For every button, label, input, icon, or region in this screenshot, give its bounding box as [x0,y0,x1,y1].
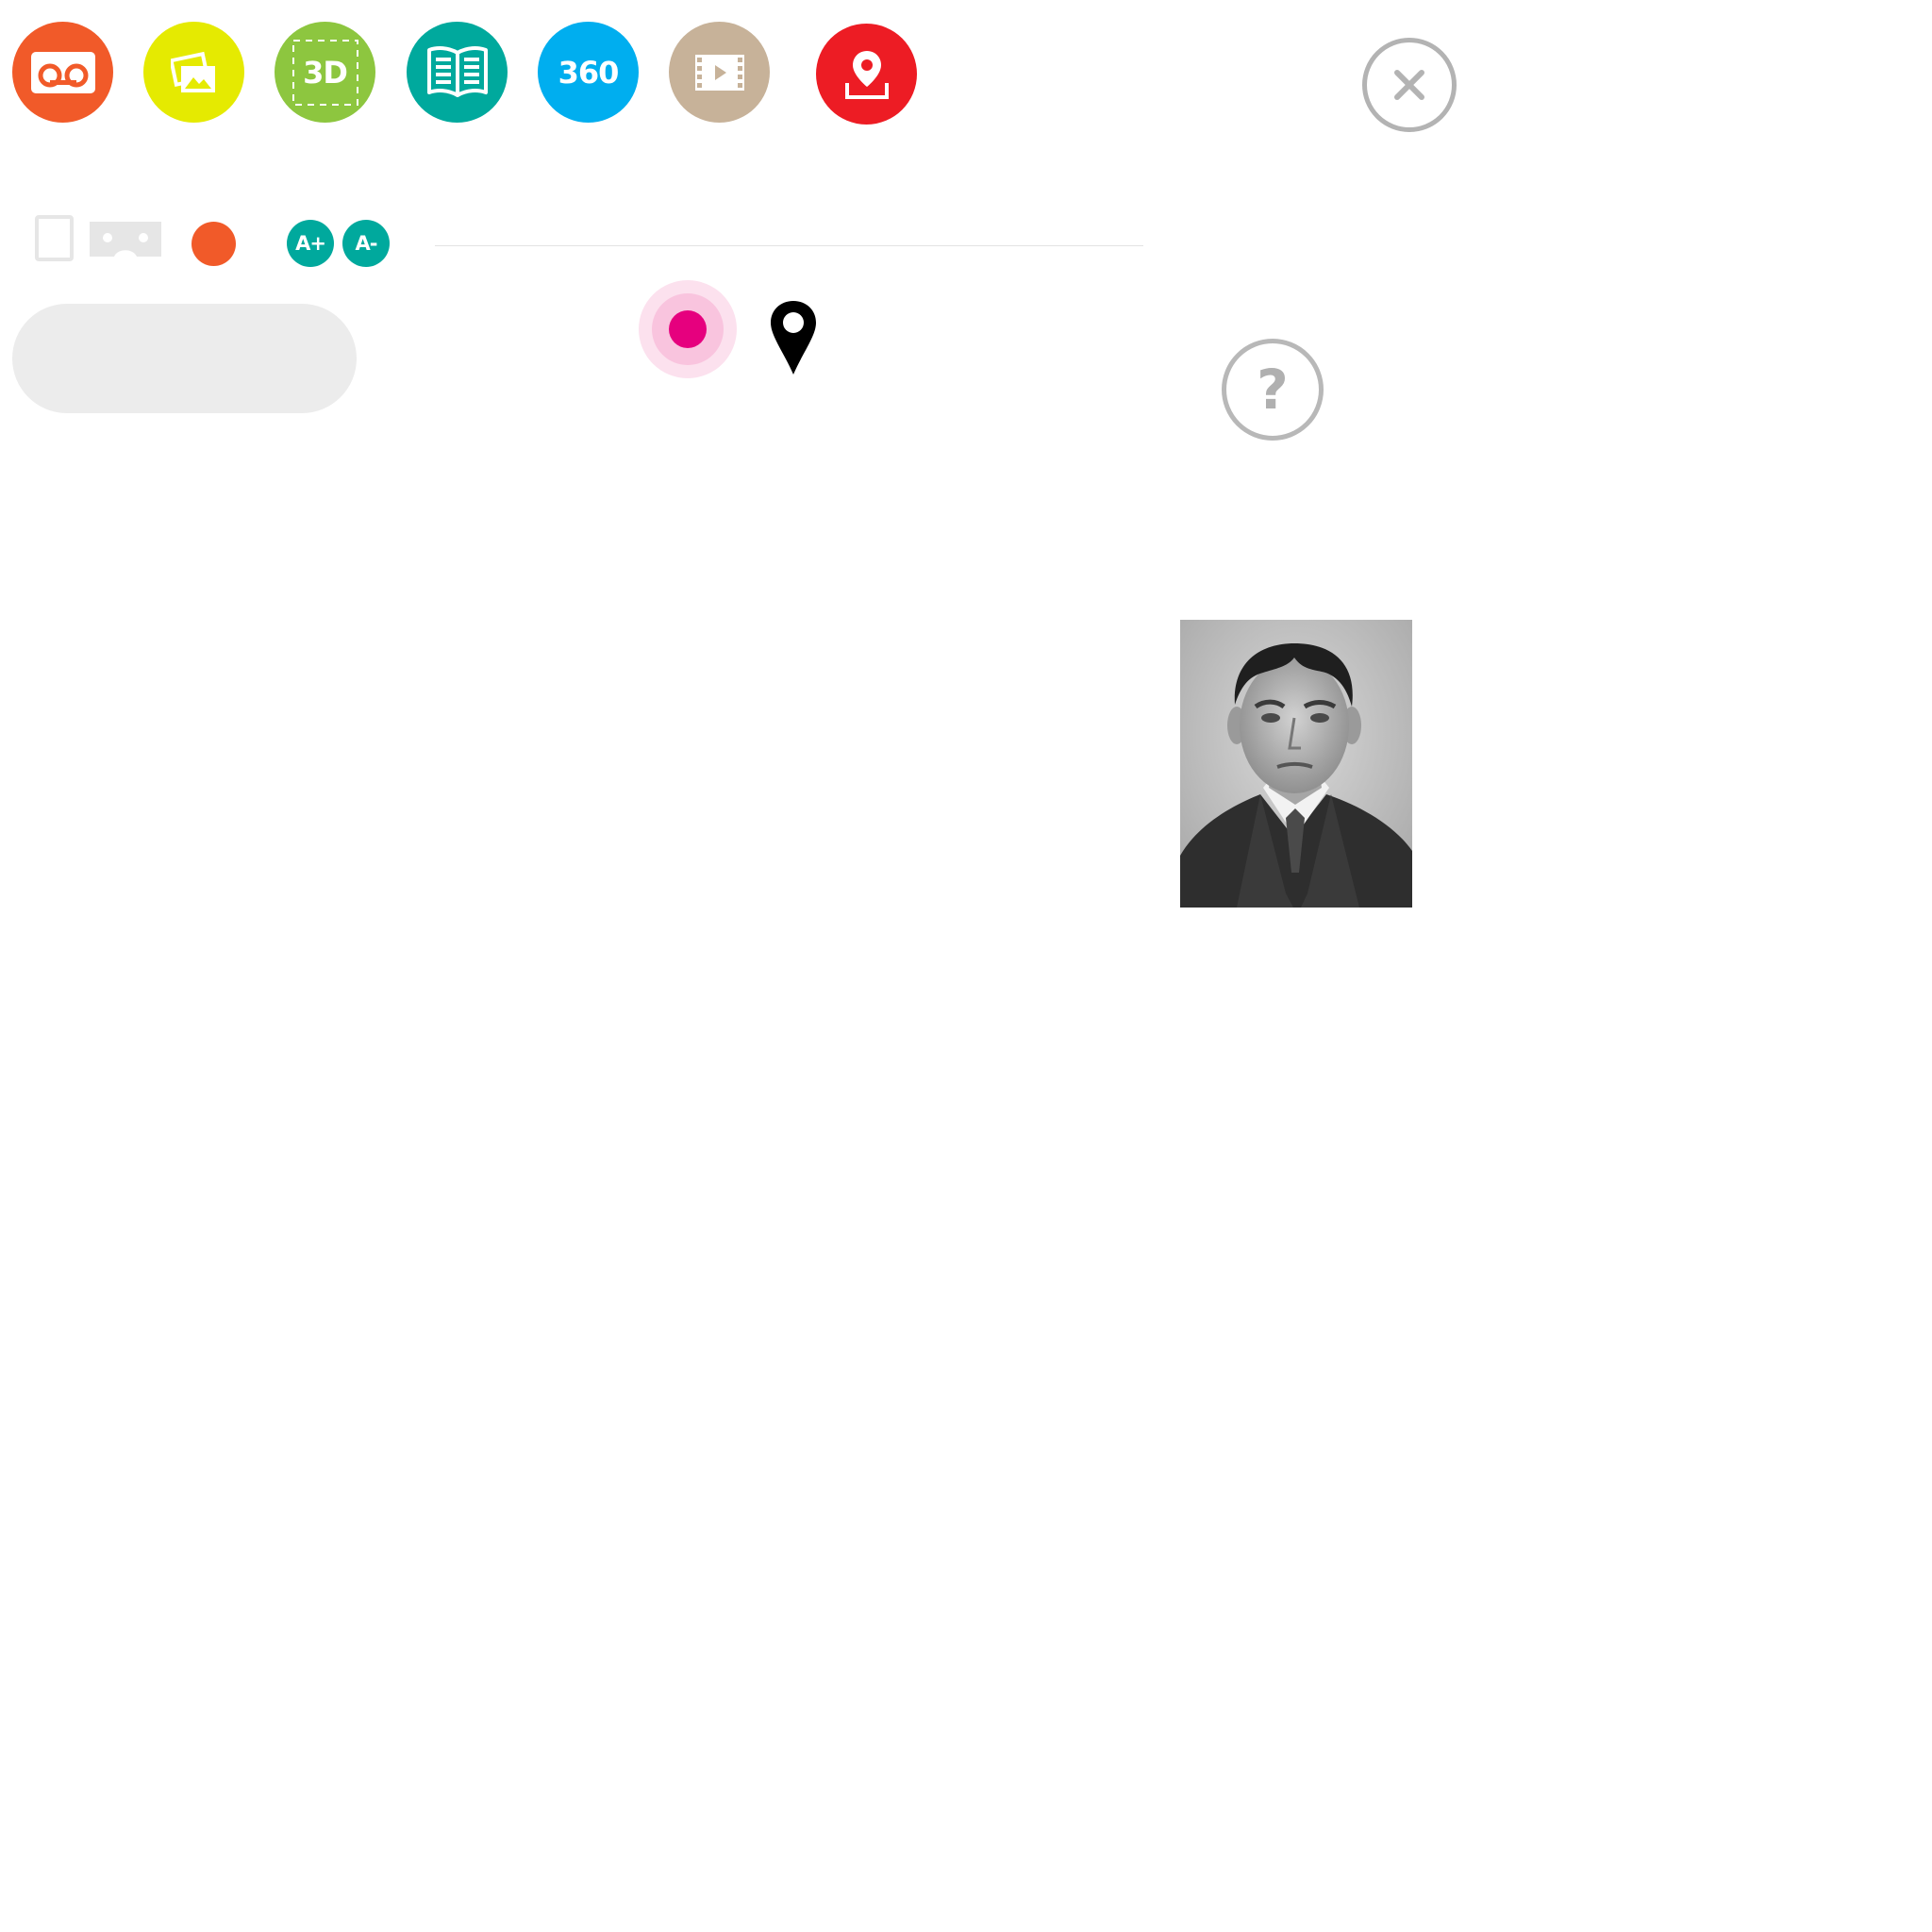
audio-button[interactable] [12,22,113,123]
3d-button[interactable]: 3D [275,22,375,123]
current-location-marker[interactable] [639,280,737,378]
tablet-button[interactable] [35,215,74,261]
map-location-icon [844,50,889,99]
divider [435,245,1143,246]
open-book-icon [426,45,488,97]
360-label: 360 [558,54,620,91]
voicemail-tape-icon [30,51,95,93]
record-dot[interactable] [192,222,236,266]
gallery-button[interactable] [143,22,244,123]
search-input[interactable] [12,304,357,413]
vr-headset-icon [90,222,161,257]
close-button[interactable] [1362,38,1457,132]
film-play-icon [694,54,744,91]
book-button[interactable] [407,22,508,123]
vr-button[interactable] [90,222,161,257]
photo-gallery-icon [170,51,215,92]
video-button[interactable] [669,22,770,123]
help-button[interactable]: ? [1222,339,1324,441]
3d-frame-icon [291,39,358,106]
360-button[interactable]: 360 [538,22,639,123]
font-decrease-button[interactable]: A- [342,220,390,267]
help-icon: ? [1257,358,1289,422]
font-increase-button[interactable]: A+ [287,220,334,267]
map-pin[interactable] [770,300,817,375]
map-pin-icon [771,301,816,375]
location-button[interactable] [816,24,917,125]
close-icon [1394,70,1424,100]
tablet-icon [35,215,74,261]
portrait-photo[interactable] [1180,620,1412,908]
